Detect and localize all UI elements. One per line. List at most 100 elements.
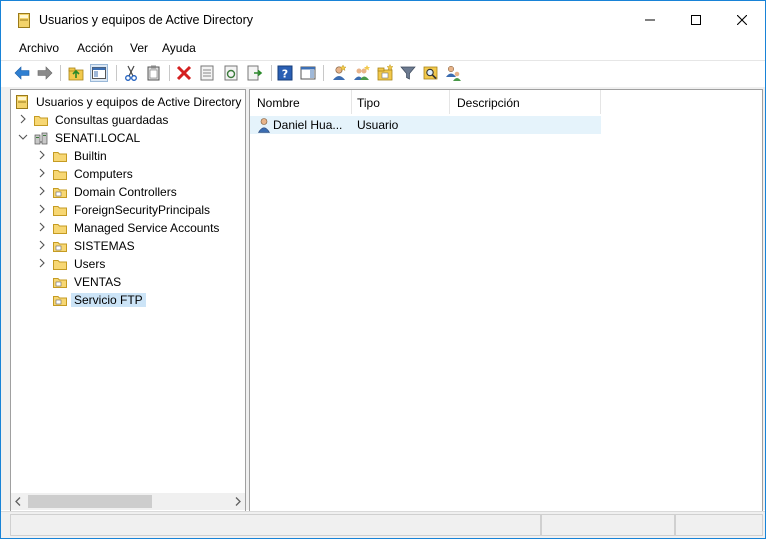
show-hide-console-tree-icon (92, 67, 106, 79)
properties-button[interactable] (198, 64, 216, 82)
help-button[interactable]: ? (276, 64, 294, 82)
tree-item-managed-service-accounts[interactable]: Managed Service Accounts (11, 219, 245, 237)
chevron-down-icon[interactable] (18, 132, 28, 142)
filter-button[interactable] (399, 64, 417, 82)
chevron-right-icon[interactable] (37, 240, 47, 250)
chevron-right-icon[interactable] (37, 222, 47, 232)
tree-item-users[interactable]: Users (11, 255, 245, 273)
new-group-button[interactable] (353, 64, 371, 82)
tree-item-ventas[interactable]: VENTAS (11, 273, 245, 291)
app-window: Usuarios y equipos de Active Directory A… (0, 0, 766, 539)
refresh-button[interactable] (222, 64, 240, 82)
ou-folder-icon (53, 296, 67, 306)
ad-book-icon (16, 95, 28, 109)
tree-item-foreign-security-principals[interactable]: ForeignSecurityPrincipals (11, 201, 245, 219)
scrollbar-thumb[interactable] (28, 495, 152, 508)
status-segment-2 (541, 514, 675, 536)
export-list-button[interactable] (246, 64, 264, 82)
folder-icon (53, 260, 67, 270)
toolbar-separator (271, 65, 272, 81)
folder-icon (53, 206, 67, 216)
ou-folder-icon (53, 278, 67, 288)
chevron-right-icon[interactable] (37, 186, 47, 196)
action-pane-button[interactable] (299, 64, 317, 82)
ad-book-icon (18, 13, 30, 28)
tree-item-servicio-ftp[interactable]: Servicio FTP (11, 291, 245, 309)
column-header-label: Tipo (357, 96, 380, 110)
add-to-group-icon (446, 65, 461, 81)
tree-item-domain-controllers[interactable]: Domain Controllers (11, 183, 245, 201)
delete-button[interactable] (175, 64, 193, 82)
status-segment-main (10, 514, 541, 536)
new-ou-button[interactable] (376, 64, 394, 82)
tree-item-saved-queries[interactable]: Consultas guardadas (11, 111, 245, 129)
new-user-button[interactable] (330, 64, 348, 82)
close-button[interactable] (719, 1, 765, 39)
chevron-right-icon[interactable] (37, 204, 47, 214)
close-icon (737, 15, 747, 25)
chevron-right-icon[interactable] (37, 150, 47, 160)
tree-item-label: Consultas guardadas (55, 113, 169, 127)
folder-icon (34, 116, 48, 126)
delete-icon (176, 65, 192, 81)
tree-item-label: Servicio FTP (71, 293, 146, 307)
forward-button[interactable] (36, 64, 54, 82)
title-bar[interactable]: Usuarios y equipos de Active Directory (1, 1, 765, 39)
menu-archivo[interactable]: Archivo (19, 41, 59, 55)
domain-icon (34, 132, 48, 145)
forward-arrow-icon (37, 66, 53, 80)
up-one-level-button[interactable] (67, 64, 85, 82)
maximize-button[interactable] (673, 1, 719, 39)
status-bar (1, 511, 765, 538)
window-title: Usuarios y equipos de Active Directory (39, 13, 253, 27)
new-user-icon (333, 64, 347, 80)
export-list-icon (247, 65, 263, 81)
status-segment-3 (675, 514, 763, 536)
help-icon: ? (277, 65, 293, 81)
menu-ayuda[interactable]: Ayuda (162, 41, 196, 55)
tree-item-label: Users (74, 257, 106, 271)
tree-item-sistemas[interactable]: SISTEMAS (11, 237, 245, 255)
chevron-right-icon[interactable] (37, 168, 47, 178)
scroll-left-icon[interactable] (13, 496, 23, 507)
tree-item-root[interactable]: Usuarios y equipos de Active Directory [ (11, 93, 245, 111)
table-row[interactable]: Daniel Hua... Usuario (250, 116, 601, 134)
cell-type: Usuario (357, 118, 399, 132)
tree-item-label: SENATI.LOCAL (55, 131, 141, 145)
up-folder-icon (68, 67, 84, 81)
toolbar-separator (60, 65, 61, 81)
menu-accion[interactable]: Acción (77, 41, 113, 55)
paste-button[interactable] (145, 64, 163, 82)
action-pane-icon (300, 66, 316, 80)
folder-icon (53, 170, 67, 180)
refresh-icon (224, 65, 238, 81)
show-hide-tree-button[interactable] (90, 64, 108, 82)
details-pane[interactable]: Nombre Tipo Descripción Daniel Hua... Us… (249, 89, 763, 512)
tree-item-label: Builtin (74, 149, 107, 163)
cut-button[interactable] (122, 64, 140, 82)
back-button[interactable] (13, 64, 31, 82)
add-to-group-button[interactable] (445, 64, 463, 82)
find-button[interactable] (422, 64, 440, 82)
scroll-right-icon[interactable] (233, 496, 243, 507)
filter-icon (400, 66, 416, 80)
new-group-icon (354, 65, 370, 80)
menu-ver[interactable]: Ver (130, 41, 148, 55)
console-tree[interactable]: Usuarios y equipos de Active Directory [… (10, 89, 246, 512)
column-header-type[interactable]: Tipo (350, 90, 450, 114)
cell-name: Daniel Hua... (273, 118, 343, 132)
tree-horizontal-scrollbar[interactable] (11, 493, 245, 510)
minimize-button[interactable] (627, 1, 673, 39)
tree-item-computers[interactable]: Computers (11, 165, 245, 183)
column-header-label: Nombre (257, 96, 300, 110)
user-icon (257, 118, 271, 133)
menu-bar: Archivo Acción Ver Ayuda (1, 39, 765, 59)
chevron-right-icon[interactable] (37, 258, 47, 268)
chevron-right-icon[interactable] (18, 114, 28, 124)
column-header-description[interactable]: Descripción (450, 90, 601, 114)
column-header-name[interactable]: Nombre (250, 90, 352, 114)
tree-item-domain[interactable]: SENATI.LOCAL (11, 129, 245, 147)
tree-item-builtin[interactable]: Builtin (11, 147, 245, 165)
svg-text:?: ? (282, 68, 288, 81)
paste-icon (147, 65, 160, 81)
